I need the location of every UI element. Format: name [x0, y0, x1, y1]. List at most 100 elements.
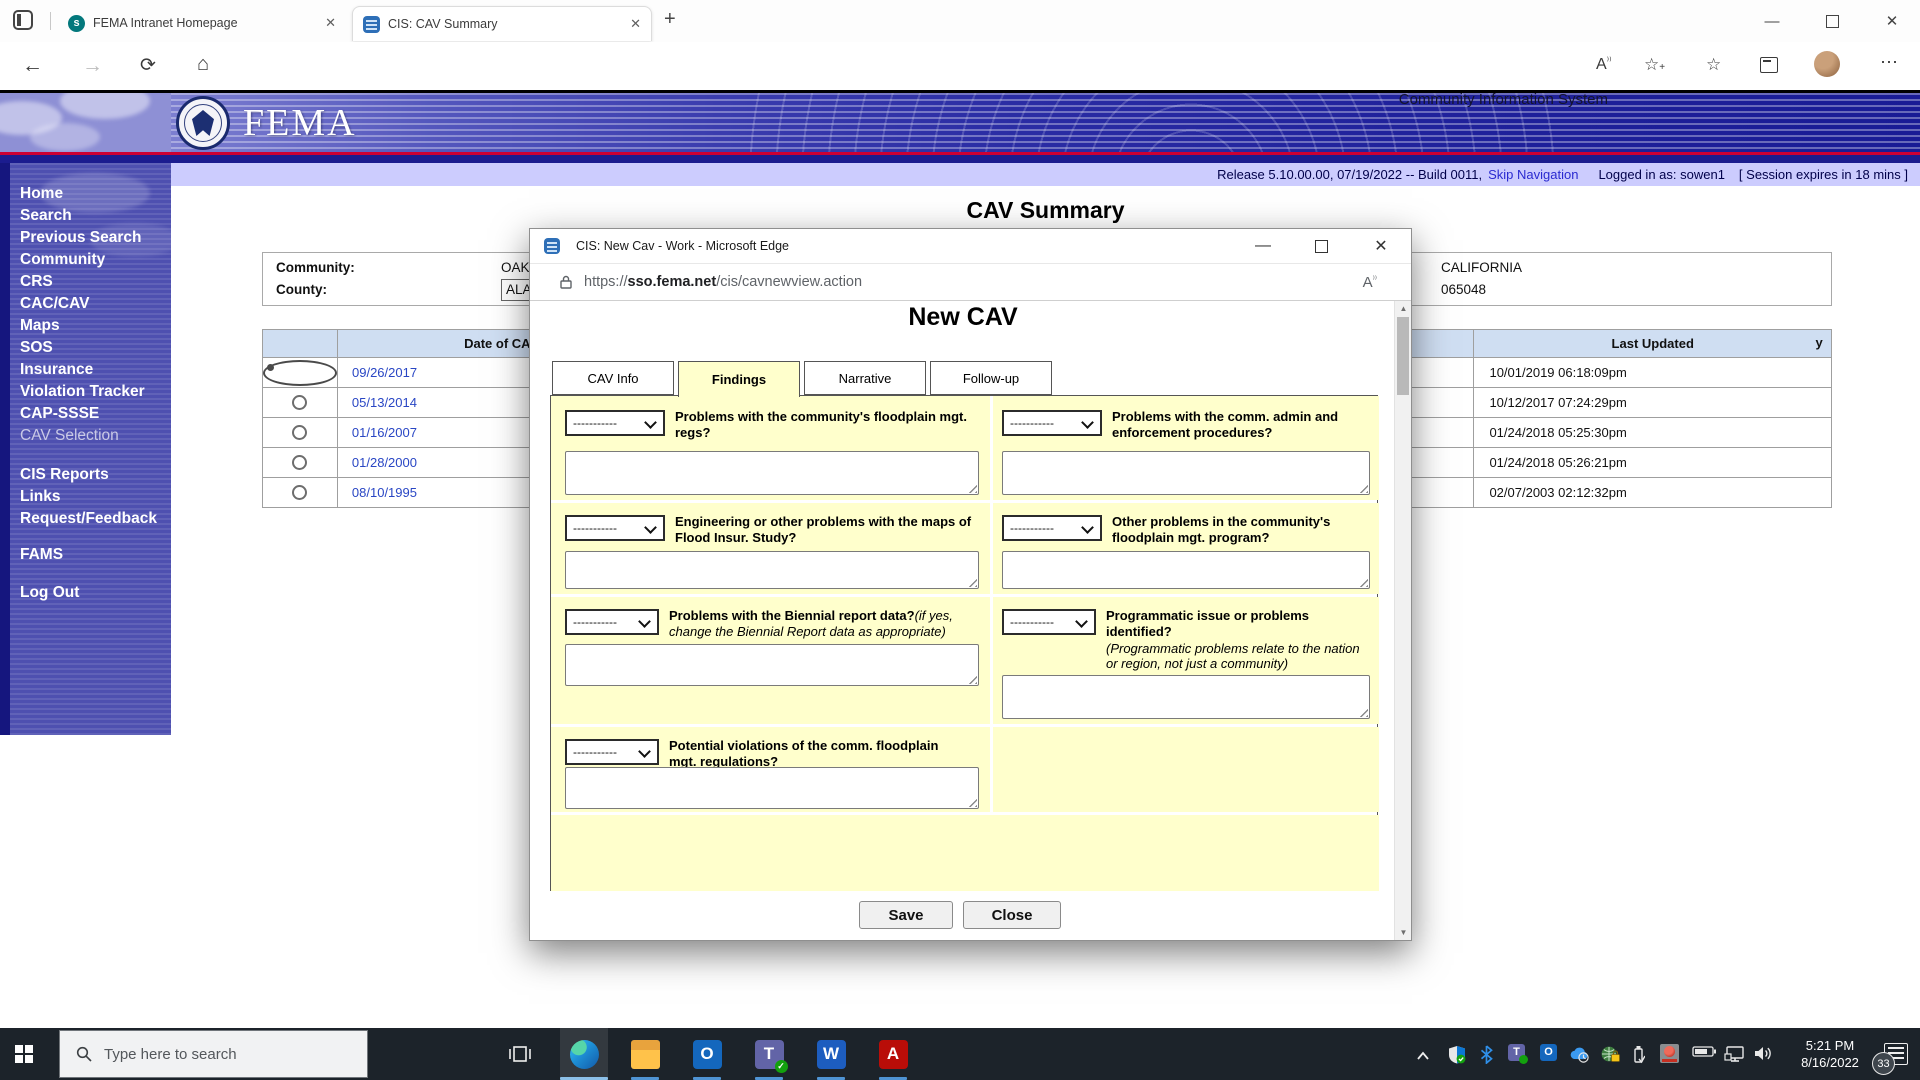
- sidebar-item-insurance[interactable]: Insurance: [20, 359, 170, 381]
- volume-icon[interactable]: [1754, 1045, 1774, 1067]
- popup-close-button[interactable]: ✕: [1358, 229, 1404, 263]
- row-radio[interactable]: [263, 359, 337, 386]
- popup-url-bar[interactable]: https://sso.fema.net/cis/cavnewview.acti…: [530, 263, 1411, 301]
- start-button[interactable]: [0, 1028, 48, 1080]
- windows-security-icon[interactable]: [1448, 1045, 1466, 1069]
- q1-dropdown[interactable]: -----------: [565, 410, 665, 436]
- tab-cis-cav-summary[interactable]: CIS: CAV Summary ✕: [352, 6, 652, 41]
- read-aloud-icon[interactable]: A⁾⁾: [1596, 56, 1612, 74]
- window-maximize-button[interactable]: [1804, 1, 1860, 41]
- taskbar-clock[interactable]: 5:21 PM 8/16/2022: [1786, 1037, 1874, 1071]
- onedrive-icon[interactable]: [1568, 1045, 1590, 1068]
- row-radio[interactable]: [292, 395, 308, 410]
- collections-icon[interactable]: [1760, 57, 1778, 73]
- device-status-icon[interactable]: [1660, 1044, 1679, 1063]
- tab-follow-up[interactable]: Follow-up: [930, 361, 1052, 395]
- profile-avatar[interactable]: [1814, 51, 1840, 77]
- notification-count-badge[interactable]: 33: [1872, 1052, 1895, 1075]
- tab-narrative[interactable]: Narrative: [804, 361, 926, 395]
- tab-cav-info[interactable]: CAV Info: [552, 361, 674, 395]
- sidebar-item-links[interactable]: Links: [20, 486, 170, 508]
- workspaces-icon[interactable]: [13, 10, 33, 30]
- q6-textarea[interactable]: [1002, 675, 1370, 719]
- sidebar-item-request-feedback[interactable]: Request/Feedback: [20, 508, 170, 530]
- taskbar-teams-button[interactable]: T ✓: [745, 1028, 793, 1080]
- cav-date-link[interactable]: 01/16/2007: [352, 425, 417, 440]
- scroll-down-icon[interactable]: ▼: [1395, 928, 1412, 937]
- q4-textarea[interactable]: [1002, 551, 1370, 589]
- search-input[interactable]: [102, 1044, 326, 1064]
- q3-textarea[interactable]: [565, 551, 979, 589]
- tray-chevron-up-icon[interactable]: [1416, 1048, 1430, 1066]
- back-icon[interactable]: ←: [22, 54, 43, 78]
- new-tab-button[interactable]: +: [664, 8, 676, 31]
- tray-teams-icon[interactable]: T: [1508, 1044, 1528, 1064]
- q1-textarea[interactable]: [565, 451, 979, 495]
- close-button[interactable]: Close: [963, 901, 1061, 929]
- home-icon[interactable]: ⌂: [197, 53, 209, 76]
- sidebar-item-community[interactable]: Community: [20, 249, 170, 271]
- taskbar-acrobat-button[interactable]: A: [869, 1028, 917, 1080]
- refresh-icon[interactable]: ⟳: [140, 54, 156, 77]
- row-radio[interactable]: [292, 425, 308, 440]
- row-radio[interactable]: [292, 485, 308, 500]
- bluetooth-icon[interactable]: [1480, 1045, 1493, 1069]
- cav-date-link[interactable]: 05/13/2014: [352, 395, 417, 410]
- sidebar-item-fams[interactable]: FAMS: [20, 544, 170, 566]
- network-lock-icon[interactable]: [1600, 1045, 1620, 1069]
- sidebar-item-log-out[interactable]: Log Out: [20, 582, 170, 604]
- settings-menu-icon[interactable]: ⋯: [1880, 52, 1899, 73]
- scrollbar-thumb[interactable]: [1397, 317, 1409, 395]
- save-button[interactable]: Save: [859, 901, 953, 929]
- taskbar-search-box[interactable]: [59, 1030, 368, 1078]
- window-close-button[interactable]: ✕: [1864, 1, 1920, 41]
- row-radio[interactable]: [292, 455, 308, 470]
- ethernet-icon[interactable]: [1724, 1045, 1746, 1068]
- window-minimize-button[interactable]: —: [1744, 1, 1800, 41]
- favorites-add-icon[interactable]: ☆+: [1644, 55, 1665, 75]
- tab-findings[interactable]: Findings: [678, 361, 800, 397]
- sidebar-item-cac-cav[interactable]: CAC/CAV: [20, 293, 170, 315]
- cav-date-link[interactable]: 09/26/2017: [352, 365, 417, 380]
- sidebar-item-cav-selection[interactable]: CAV Selection: [20, 425, 170, 447]
- q5-dropdown[interactable]: -----------: [565, 609, 659, 635]
- taskbar-explorer-button[interactable]: [621, 1028, 669, 1080]
- sidebar-item-crs[interactable]: CRS: [20, 271, 170, 293]
- q7-dropdown[interactable]: -----------: [565, 739, 659, 765]
- sidebar-item-cap-ssse[interactable]: CAP-SSSE: [20, 403, 170, 425]
- q2-textarea[interactable]: [1002, 451, 1370, 495]
- taskbar-word-button[interactable]: W: [807, 1028, 855, 1080]
- sidebar-item-maps[interactable]: Maps: [20, 315, 170, 337]
- popup-minimize-button[interactable]: —: [1240, 229, 1286, 263]
- read-aloud-icon[interactable]: A⁾⁾: [1363, 274, 1377, 291]
- sidebar-item-sos[interactable]: SOS: [20, 337, 170, 359]
- sidebar-item-previous-search[interactable]: Previous Search: [20, 227, 170, 249]
- sidebar-item-violation-tracker[interactable]: Violation Tracker: [20, 381, 170, 403]
- popup-maximize-button[interactable]: [1298, 229, 1344, 263]
- tab-fema-intranet[interactable]: s FEMA Intranet Homepage ✕: [58, 6, 346, 40]
- battery-icon[interactable]: [1692, 1045, 1716, 1063]
- tab-close-icon[interactable]: ✕: [315, 15, 346, 31]
- q2-dropdown[interactable]: -----------: [1002, 410, 1102, 436]
- task-view-button[interactable]: [496, 1028, 544, 1080]
- forward-icon[interactable]: →: [82, 54, 103, 78]
- tab-close-icon[interactable]: ✕: [620, 16, 651, 32]
- sidebar-item-home[interactable]: Home: [20, 183, 170, 205]
- taskbar-edge-button[interactable]: [560, 1028, 608, 1080]
- tray-outlook-icon[interactable]: O: [1540, 1044, 1557, 1061]
- q7-textarea[interactable]: [565, 767, 979, 809]
- skip-navigation-link[interactable]: Skip Navigation: [1488, 167, 1578, 182]
- popup-scrollbar[interactable]: ▲ ▼: [1394, 301, 1411, 940]
- q3-dropdown[interactable]: -----------: [565, 515, 665, 541]
- sidebar-item-cis-reports[interactable]: CIS Reports: [20, 464, 170, 486]
- sidebar-item-search[interactable]: Search: [20, 205, 170, 227]
- usb-device-icon[interactable]: [1632, 1045, 1646, 1069]
- favorites-icon[interactable]: ☆: [1706, 55, 1721, 75]
- q5-textarea[interactable]: [565, 644, 979, 686]
- scroll-up-icon[interactable]: ▲: [1395, 304, 1412, 313]
- cav-date-link[interactable]: 01/28/2000: [352, 455, 417, 470]
- cav-date-link[interactable]: 08/10/1995: [352, 485, 417, 500]
- taskbar-outlook-button[interactable]: O: [683, 1028, 731, 1080]
- q4-dropdown[interactable]: -----------: [1002, 515, 1102, 541]
- q6-dropdown[interactable]: -----------: [1002, 609, 1096, 635]
